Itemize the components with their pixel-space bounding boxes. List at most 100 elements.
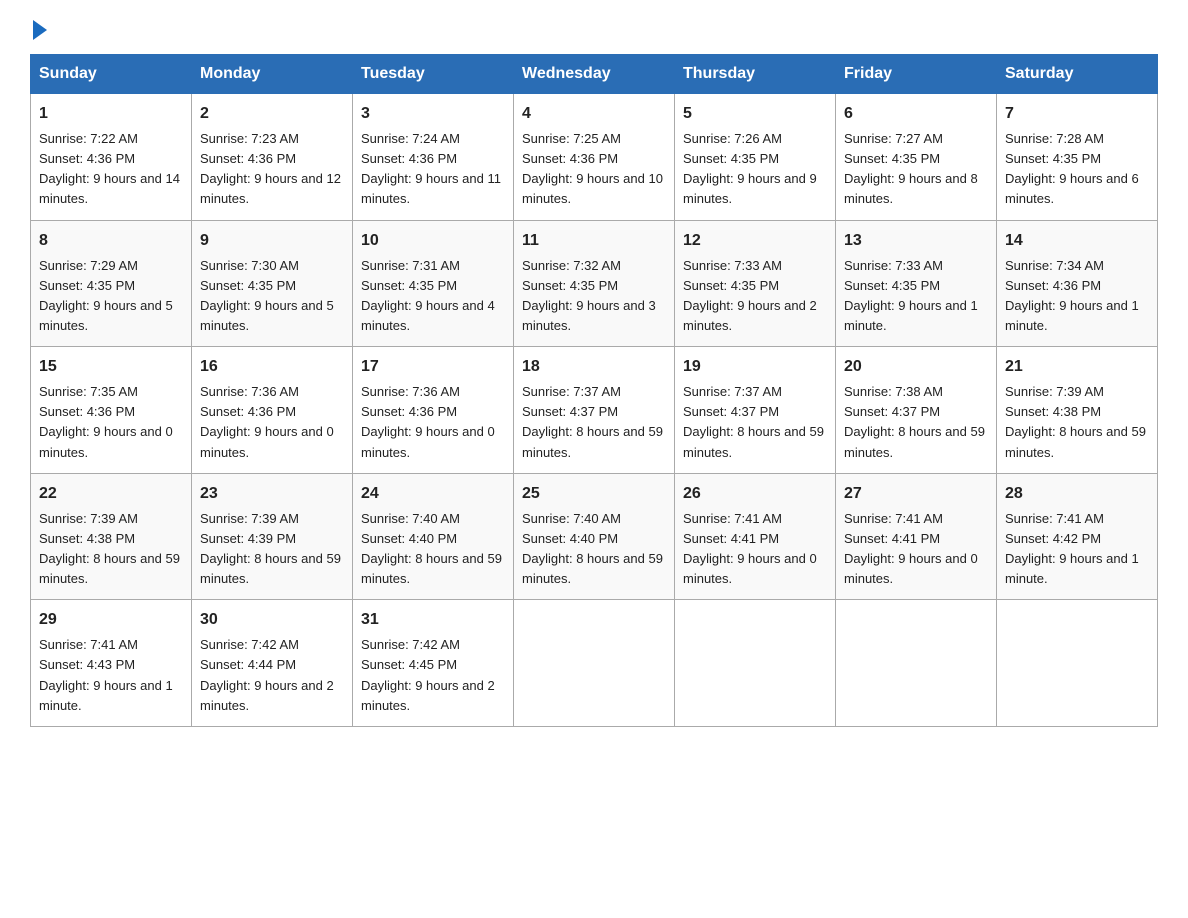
calendar-table: SundayMondayTuesdayWednesdayThursdayFrid…: [30, 54, 1158, 727]
day-number: 12: [683, 229, 827, 253]
calendar-cell: 3 Sunrise: 7:24 AMSunset: 4:36 PMDaylight…: [353, 94, 514, 221]
header-row: SundayMondayTuesdayWednesdayThursdayFrid…: [31, 55, 1158, 94]
calendar-cell: 5 Sunrise: 7:26 AMSunset: 4:35 PMDaylight…: [675, 94, 836, 221]
day-number: 28: [1005, 482, 1149, 506]
calendar-cell: 16 Sunrise: 7:36 AMSunset: 4:36 PMDayligh…: [192, 347, 353, 474]
calendar-cell: 6 Sunrise: 7:27 AMSunset: 4:35 PMDaylight…: [836, 94, 997, 221]
day-info: Sunrise: 7:25 AMSunset: 4:36 PMDaylight:…: [522, 131, 663, 206]
day-info: Sunrise: 7:34 AMSunset: 4:36 PMDaylight:…: [1005, 258, 1139, 333]
day-info: Sunrise: 7:36 AMSunset: 4:36 PMDaylight:…: [361, 384, 495, 459]
calendar-cell: 23 Sunrise: 7:39 AMSunset: 4:39 PMDayligh…: [192, 473, 353, 600]
col-header-friday: Friday: [836, 55, 997, 94]
day-number: 20: [844, 355, 988, 379]
calendar-cell: [836, 600, 997, 727]
day-number: 23: [200, 482, 344, 506]
week-row-1: 1 Sunrise: 7:22 AMSunset: 4:36 PMDaylight…: [31, 94, 1158, 221]
day-number: 9: [200, 229, 344, 253]
day-number: 6: [844, 102, 988, 126]
calendar-cell: [997, 600, 1158, 727]
calendar-cell: 27Sunrise: 7:41 AMSunset: 4:41 PMDayligh…: [836, 473, 997, 600]
day-number: 19: [683, 355, 827, 379]
calendar-cell: 25 Sunrise: 7:40 AMSunset: 4:40 PMDayligh…: [514, 473, 675, 600]
calendar-cell: 18Sunrise: 7:37 AMSunset: 4:37 PMDayligh…: [514, 347, 675, 474]
day-info: Sunrise: 7:41 AMSunset: 4:42 PMDaylight:…: [1005, 511, 1139, 586]
day-info: Sunrise: 7:42 AMSunset: 4:44 PMDaylight:…: [200, 637, 334, 712]
calendar-cell: [675, 600, 836, 727]
day-number: 5: [683, 102, 827, 126]
day-number: 10: [361, 229, 505, 253]
calendar-cell: 26 Sunrise: 7:41 AMSunset: 4:41 PMDayligh…: [675, 473, 836, 600]
day-number: 16: [200, 355, 344, 379]
calendar-cell: 9Sunrise: 7:30 AMSunset: 4:35 PMDaylight…: [192, 220, 353, 347]
calendar-cell: 22 Sunrise: 7:39 AMSunset: 4:38 PMDayligh…: [31, 473, 192, 600]
day-info: Sunrise: 7:24 AMSunset: 4:36 PMDaylight:…: [361, 131, 501, 206]
day-info: Sunrise: 7:33 AMSunset: 4:35 PMDaylight:…: [683, 258, 817, 333]
day-number: 13: [844, 229, 988, 253]
day-number: 2: [200, 102, 344, 126]
day-info: Sunrise: 7:22 AMSunset: 4:36 PMDaylight:…: [39, 131, 180, 206]
col-header-wednesday: Wednesday: [514, 55, 675, 94]
page-header: [30, 20, 1158, 36]
day-info: Sunrise: 7:33 AMSunset: 4:35 PMDaylight:…: [844, 258, 978, 333]
calendar-cell: 19 Sunrise: 7:37 AMSunset: 4:37 PMDayligh…: [675, 347, 836, 474]
calendar-cell: 12 Sunrise: 7:33 AMSunset: 4:35 PMDayligh…: [675, 220, 836, 347]
week-row-2: 8Sunrise: 7:29 AMSunset: 4:35 PMDaylight…: [31, 220, 1158, 347]
day-number: 26: [683, 482, 827, 506]
calendar-cell: 13 Sunrise: 7:33 AMSunset: 4:35 PMDayligh…: [836, 220, 997, 347]
day-info: Sunrise: 7:27 AMSunset: 4:35 PMDaylight:…: [844, 131, 978, 206]
day-info: Sunrise: 7:42 AMSunset: 4:45 PMDaylight:…: [361, 637, 495, 712]
day-number: 11: [522, 229, 666, 253]
calendar-cell: 24 Sunrise: 7:40 AMSunset: 4:40 PMDayligh…: [353, 473, 514, 600]
day-info: Sunrise: 7:23 AMSunset: 4:36 PMDaylight:…: [200, 131, 341, 206]
calendar-cell: 17 Sunrise: 7:36 AMSunset: 4:36 PMDayligh…: [353, 347, 514, 474]
day-info: Sunrise: 7:38 AMSunset: 4:37 PMDaylight:…: [844, 384, 985, 459]
day-info: Sunrise: 7:36 AMSunset: 4:36 PMDaylight:…: [200, 384, 334, 459]
calendar-cell: [514, 600, 675, 727]
day-number: 31: [361, 608, 505, 632]
day-number: 7: [1005, 102, 1149, 126]
calendar-cell: 28 Sunrise: 7:41 AMSunset: 4:42 PMDayligh…: [997, 473, 1158, 600]
day-info: Sunrise: 7:40 AMSunset: 4:40 PMDaylight:…: [361, 511, 502, 586]
day-number: 22: [39, 482, 183, 506]
calendar-cell: 2 Sunrise: 7:23 AMSunset: 4:36 PMDaylight…: [192, 94, 353, 221]
calendar-cell: 31 Sunrise: 7:42 AMSunset: 4:45 PMDayligh…: [353, 600, 514, 727]
day-info: Sunrise: 7:32 AMSunset: 4:35 PMDaylight:…: [522, 258, 656, 333]
day-info: Sunrise: 7:26 AMSunset: 4:35 PMDaylight:…: [683, 131, 817, 206]
calendar-cell: 7 Sunrise: 7:28 AMSunset: 4:35 PMDaylight…: [997, 94, 1158, 221]
col-header-monday: Monday: [192, 55, 353, 94]
day-number: 25: [522, 482, 666, 506]
week-row-4: 22 Sunrise: 7:39 AMSunset: 4:38 PMDayligh…: [31, 473, 1158, 600]
day-number: 24: [361, 482, 505, 506]
day-info: Sunrise: 7:37 AMSunset: 4:37 PMDaylight:…: [522, 384, 663, 459]
col-header-thursday: Thursday: [675, 55, 836, 94]
logo-arrow-icon: [33, 20, 47, 40]
day-number: 4: [522, 102, 666, 126]
day-info: Sunrise: 7:37 AMSunset: 4:37 PMDaylight:…: [683, 384, 824, 459]
calendar-cell: 10Sunrise: 7:31 AMSunset: 4:35 PMDayligh…: [353, 220, 514, 347]
col-header-saturday: Saturday: [997, 55, 1158, 94]
day-number: 3: [361, 102, 505, 126]
calendar-cell: 15Sunrise: 7:35 AMSunset: 4:36 PMDayligh…: [31, 347, 192, 474]
calendar-cell: 20 Sunrise: 7:38 AMSunset: 4:37 PMDayligh…: [836, 347, 997, 474]
calendar-cell: 29Sunrise: 7:41 AMSunset: 4:43 PMDayligh…: [31, 600, 192, 727]
day-info: Sunrise: 7:28 AMSunset: 4:35 PMDaylight:…: [1005, 131, 1139, 206]
calendar-cell: 30Sunrise: 7:42 AMSunset: 4:44 PMDayligh…: [192, 600, 353, 727]
day-number: 1: [39, 102, 183, 126]
col-header-sunday: Sunday: [31, 55, 192, 94]
day-info: Sunrise: 7:35 AMSunset: 4:36 PMDaylight:…: [39, 384, 173, 459]
day-info: Sunrise: 7:39 AMSunset: 4:39 PMDaylight:…: [200, 511, 341, 586]
day-number: 14: [1005, 229, 1149, 253]
day-info: Sunrise: 7:39 AMSunset: 4:38 PMDaylight:…: [39, 511, 180, 586]
day-info: Sunrise: 7:41 AMSunset: 4:41 PMDaylight:…: [683, 511, 817, 586]
logo: [30, 20, 49, 40]
calendar-cell: 14 Sunrise: 7:34 AMSunset: 4:36 PMDayligh…: [997, 220, 1158, 347]
day-number: 29: [39, 608, 183, 632]
calendar-cell: 11 Sunrise: 7:32 AMSunset: 4:35 PMDayligh…: [514, 220, 675, 347]
day-info: Sunrise: 7:40 AMSunset: 4:40 PMDaylight:…: [522, 511, 663, 586]
week-row-5: 29Sunrise: 7:41 AMSunset: 4:43 PMDayligh…: [31, 600, 1158, 727]
calendar-cell: 21Sunrise: 7:39 AMSunset: 4:38 PMDayligh…: [997, 347, 1158, 474]
day-info: Sunrise: 7:29 AMSunset: 4:35 PMDaylight:…: [39, 258, 173, 333]
day-number: 17: [361, 355, 505, 379]
calendar-cell: 1 Sunrise: 7:22 AMSunset: 4:36 PMDaylight…: [31, 94, 192, 221]
day-info: Sunrise: 7:39 AMSunset: 4:38 PMDaylight:…: [1005, 384, 1146, 459]
